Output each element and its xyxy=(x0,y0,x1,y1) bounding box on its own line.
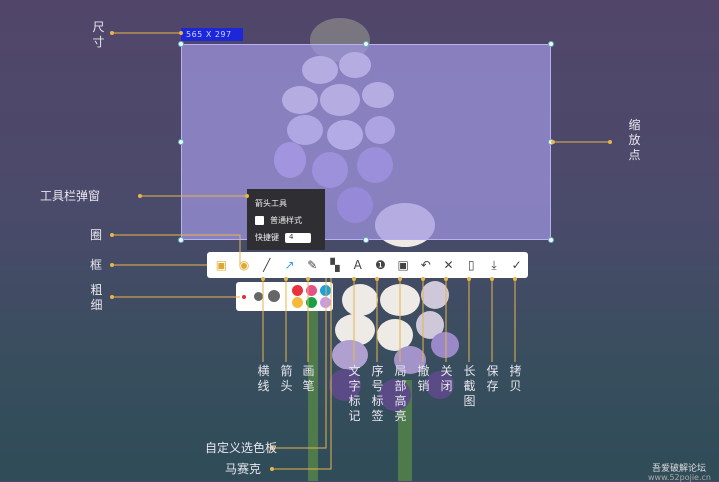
label-close: 关闭 xyxy=(440,364,453,393)
label-mosaic: 马赛克 xyxy=(225,462,262,476)
label-long: 长截图 xyxy=(463,364,476,408)
label-line: 横线 xyxy=(257,364,270,393)
label-popup: 工具栏弹窗 xyxy=(40,189,101,203)
label-text: 文字标记 xyxy=(348,364,361,423)
label-circle: 圈 xyxy=(90,228,103,242)
label-pen: 画笔 xyxy=(302,364,315,393)
label-thickness: 粗细 xyxy=(90,283,103,312)
label-save: 保存 xyxy=(486,364,499,393)
label-zoom-points: 缩放点 xyxy=(628,118,641,162)
label-highlight: 局部高亮 xyxy=(394,364,407,423)
label-number: 序号标签 xyxy=(371,364,384,423)
label-undo: 撤销 xyxy=(417,364,430,393)
label-palette: 自定义选色板 xyxy=(205,441,278,455)
label-arrow: 箭头 xyxy=(280,364,293,393)
label-copy: 拷贝 xyxy=(509,364,522,393)
label-size: 尺寸 xyxy=(92,20,105,49)
label-frame: 框 xyxy=(90,258,103,272)
